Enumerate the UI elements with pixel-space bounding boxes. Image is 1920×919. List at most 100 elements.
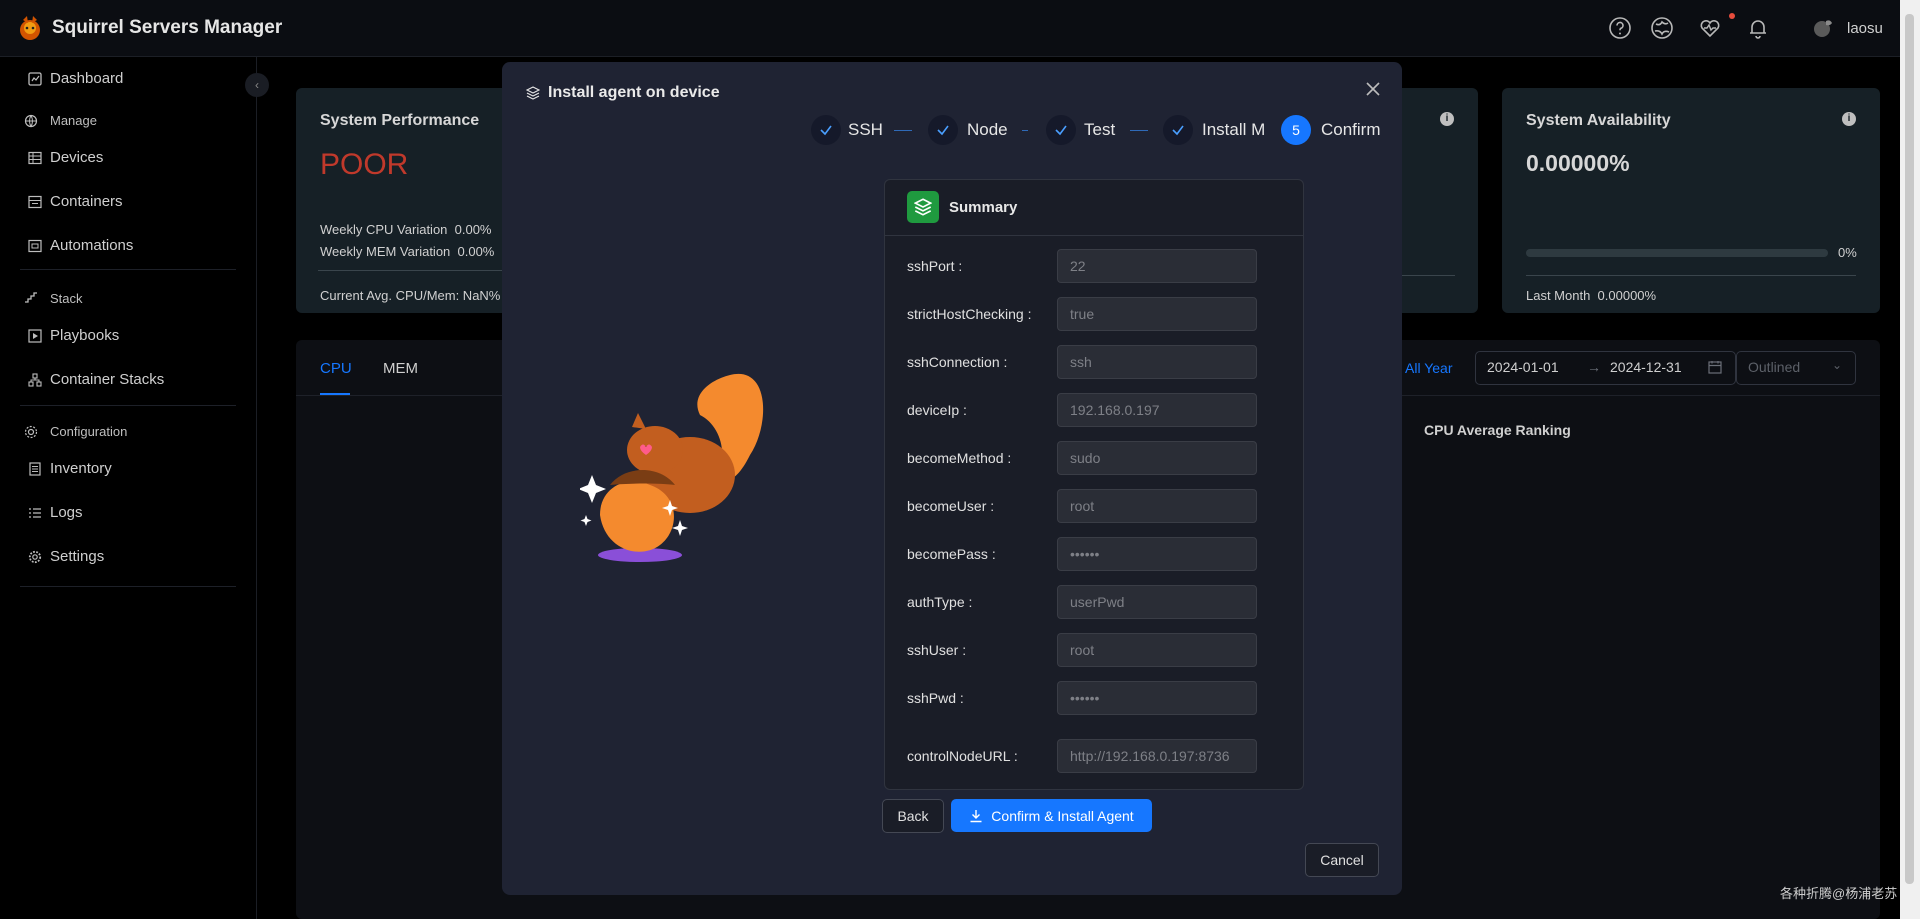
inventory-icon bbox=[29, 461, 41, 476]
cancel-button[interactable]: Cancel bbox=[1305, 843, 1379, 877]
step-node-label[interactable]: Node bbox=[967, 120, 1008, 140]
step-confirm-number: 5 bbox=[1281, 115, 1311, 145]
field-label-sshpwd: sshPwd : bbox=[907, 690, 964, 706]
step-connector bbox=[1130, 130, 1148, 131]
performance-status: POOR bbox=[320, 148, 409, 181]
card-divider bbox=[318, 270, 528, 271]
stack-icon bbox=[25, 291, 37, 303]
sidebar-divider bbox=[20, 405, 236, 406]
watermark: 各种折腾@杨浦老苏 bbox=[1780, 886, 1898, 901]
partial-card bbox=[1395, 88, 1478, 313]
install-icon bbox=[526, 86, 540, 100]
step-install-label[interactable]: Install Mo bbox=[1202, 120, 1264, 140]
close-icon[interactable] bbox=[1364, 80, 1382, 98]
availability-progress-label: 0% bbox=[1838, 245, 1857, 260]
date-start-input[interactable]: 2024-01-01 bbox=[1487, 359, 1559, 375]
collapse-sidebar-button[interactable]: ‹ bbox=[245, 73, 269, 97]
list-icon bbox=[29, 507, 41, 518]
sidebar-item-dashboard[interactable]: Dashboard bbox=[28, 70, 123, 87]
sidebar-item-devices[interactable]: Devices bbox=[28, 149, 103, 166]
availability-value: 0.00000% bbox=[1526, 150, 1630, 176]
avatar-icon[interactable] bbox=[1810, 15, 1834, 39]
field-label-becomepass: becomePass : bbox=[907, 546, 996, 562]
step-test-check-icon bbox=[1046, 115, 1076, 145]
top-header: Squirrel Servers Manager laosu bbox=[0, 0, 1900, 57]
sidebar-group-label: Manage bbox=[50, 113, 97, 128]
notification-dot bbox=[1729, 13, 1735, 19]
availability-progress-track bbox=[1526, 249, 1828, 257]
step-install-check-icon bbox=[1163, 115, 1193, 145]
bell-icon[interactable] bbox=[1746, 16, 1770, 40]
field-label-sshconnection: sshConnection : bbox=[907, 354, 1008, 370]
tab-mem[interactable]: MEM bbox=[383, 360, 418, 377]
sshconnection-input[interactable] bbox=[1057, 345, 1257, 379]
becomemethod-input[interactable] bbox=[1057, 441, 1257, 475]
config-icon bbox=[24, 425, 38, 438]
sidebar bbox=[0, 57, 257, 919]
sshport-input[interactable] bbox=[1057, 249, 1257, 283]
sidebar-item-playbooks[interactable]: Playbooks bbox=[28, 327, 119, 344]
info-icon[interactable]: i bbox=[1440, 112, 1454, 126]
becomeuser-input[interactable] bbox=[1057, 489, 1257, 523]
sshuser-input[interactable] bbox=[1057, 633, 1257, 667]
question-icon[interactable] bbox=[1608, 16, 1632, 40]
stricthostchecking-input[interactable] bbox=[1057, 297, 1257, 331]
step-node-check-icon bbox=[928, 115, 958, 145]
globe-icon[interactable] bbox=[1650, 16, 1674, 40]
card-divider bbox=[1526, 275, 1856, 276]
modal-title: Install agent on device bbox=[548, 84, 720, 101]
app-logo-icon bbox=[20, 16, 40, 40]
sidebar-item-label: Automations bbox=[50, 237, 134, 254]
chevron-down-icon: ⌄ bbox=[1832, 358, 1843, 372]
controlnodeurl-input[interactable] bbox=[1057, 739, 1257, 773]
step-test-label[interactable]: Test bbox=[1084, 120, 1115, 140]
system-performance-title: System Performance bbox=[320, 112, 480, 129]
table-icon bbox=[28, 151, 42, 164]
sidebar-group-configuration: Configuration bbox=[24, 424, 127, 439]
tab-cpu[interactable]: CPU bbox=[320, 360, 352, 377]
container-icon bbox=[28, 195, 42, 208]
scrollbar-thumb[interactable] bbox=[1905, 14, 1914, 884]
sidebar-item-containers[interactable]: Containers bbox=[28, 193, 123, 210]
sidebar-item-label: Inventory bbox=[50, 460, 112, 477]
summary-header bbox=[884, 179, 1304, 236]
authtype-input[interactable] bbox=[1057, 585, 1257, 619]
becomepass-input[interactable] bbox=[1057, 537, 1257, 571]
download-icon bbox=[970, 809, 982, 822]
confirm-install-agent-button[interactable]: Confirm & Install Agent bbox=[951, 799, 1152, 832]
user-name[interactable]: laosu bbox=[1847, 20, 1883, 37]
availability-last-month: Last Month 0.00000% bbox=[1526, 288, 1657, 303]
sidebar-item-container-stacks[interactable]: Container Stacks bbox=[28, 371, 164, 388]
sidebar-item-label: Settings bbox=[50, 548, 105, 565]
back-button[interactable]: Back bbox=[882, 799, 944, 833]
type-select-value: Outlined bbox=[1748, 359, 1801, 375]
field-label-becomemethod: becomeMethod : bbox=[907, 450, 1012, 466]
range-all-year[interactable]: All Year bbox=[1405, 360, 1452, 376]
deviceip-input[interactable] bbox=[1057, 393, 1257, 427]
field-label-sshuser: sshUser : bbox=[907, 642, 967, 658]
sidebar-item-inventory[interactable]: Inventory bbox=[28, 460, 112, 477]
heartbeat-icon[interactable] bbox=[1698, 16, 1722, 40]
sidebar-item-logs[interactable]: Logs bbox=[28, 504, 83, 521]
sidebar-item-automations[interactable]: Automations bbox=[28, 237, 133, 254]
summary-icon bbox=[907, 191, 939, 223]
sidebar-divider bbox=[20, 586, 236, 587]
sidebar-item-settings[interactable]: Settings bbox=[28, 548, 104, 565]
info-icon[interactable]: i bbox=[1842, 112, 1856, 126]
field-label-authtype: authType : bbox=[907, 594, 973, 610]
weekly-cpu-variation: Weekly CPU Variation 0.00% bbox=[320, 222, 492, 237]
page-scrollbar[interactable] bbox=[1900, 0, 1920, 919]
sidebar-item-label: Container Stacks bbox=[50, 371, 165, 388]
step-ssh-label[interactable]: SSH bbox=[848, 120, 883, 140]
dashboard-icon bbox=[28, 71, 42, 86]
sidebar-item-label: Dashboard bbox=[50, 70, 124, 87]
date-end-input[interactable]: 2024-12-31 bbox=[1610, 359, 1682, 375]
field-label-sshport: sshPort : bbox=[907, 258, 963, 274]
system-availability-title: System Availability bbox=[1526, 112, 1671, 129]
step-connector bbox=[1022, 130, 1028, 131]
weekly-mem-variation: Weekly MEM Variation 0.00% bbox=[320, 244, 495, 259]
sshpwd-input[interactable] bbox=[1057, 681, 1257, 715]
gear-icon bbox=[28, 550, 42, 563]
calendar-icon[interactable] bbox=[1708, 360, 1722, 374]
field-label-controlnodeurl: controlNodeURL : bbox=[907, 748, 1018, 764]
